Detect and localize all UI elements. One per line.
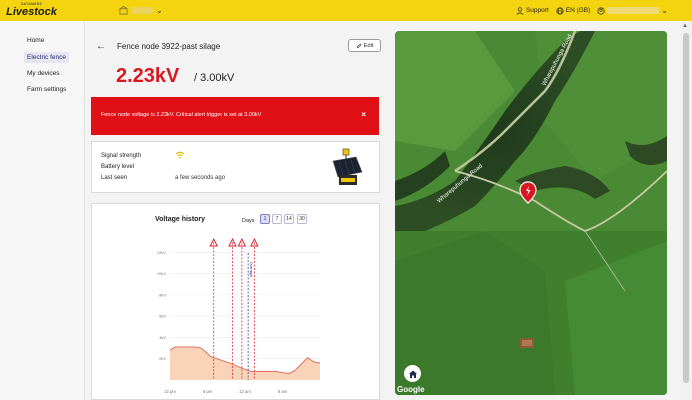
day-option-7[interactable]: 7 xyxy=(272,214,282,224)
satellite-map[interactable]: Wharepuhunga Road Wharepuhunga Road xyxy=(395,31,667,395)
language-label: EN (GB) xyxy=(565,7,591,14)
sidebar-item-electric-fence[interactable]: Electric fence xyxy=(24,52,70,63)
x-tick-label: 6 pm xyxy=(203,389,213,394)
voltage-max: / 3.00kV xyxy=(194,72,235,84)
voltage-value: 2.23kV xyxy=(116,65,180,87)
top-bar: DATAMARS Livestock ⌄ Support EN (GB) ⌄ xyxy=(0,0,692,21)
user-menu[interactable]: ⌄ xyxy=(597,6,668,15)
chevron-down-icon: ⌄ xyxy=(156,6,163,15)
alert-message: Fence node voltage is 2.23kV. Critical a… xyxy=(101,112,262,118)
header-actions: Support EN (GB) ⌄ xyxy=(516,4,668,17)
home-icon[interactable] xyxy=(404,365,421,382)
edit-label: Edit xyxy=(363,42,374,49)
days-label: Days xyxy=(242,218,255,224)
last-seen-value: a few seconds ago xyxy=(175,175,226,181)
battery-level-label: Battery level xyxy=(101,164,135,170)
signal-strength-label: Signal strength xyxy=(101,153,142,159)
y-tick-label: 10kV xyxy=(157,271,166,276)
scrollbar[interactable]: ▲ xyxy=(680,21,692,400)
voltage-history-card: Voltage history Days 1 7 14 30 12kV 10kV 8… xyxy=(91,203,380,400)
user-name-redacted xyxy=(607,7,660,14)
edit-button[interactable]: Edit xyxy=(348,39,381,52)
x-tick-label: 6 am xyxy=(278,389,288,394)
logo-name: Livestock xyxy=(6,6,57,18)
google-attribution: Google xyxy=(397,385,425,394)
alert-banner: Fence node voltage is 2.23kV. Critical a… xyxy=(91,97,379,135)
event-label: Overnight xyxy=(249,262,253,277)
farm-name-redacted xyxy=(131,7,153,14)
sidebar-item-farm-settings[interactable]: Farm settings xyxy=(24,84,69,95)
support-label: Support xyxy=(525,7,549,14)
y-tick-label: 2kV xyxy=(159,356,166,361)
day-option-14[interactable]: 14 xyxy=(284,214,294,224)
back-arrow-icon[interactable]: ← xyxy=(96,41,106,52)
y-tick-label: 8kV xyxy=(159,292,166,297)
logo[interactable]: DATAMARS Livestock xyxy=(6,1,57,19)
y-tick-label: 4kV xyxy=(159,335,166,340)
main-content: ← Fence node 3922-past silage Edit 2.23k… xyxy=(86,21,394,400)
x-tick-label: 12 am xyxy=(239,389,251,394)
last-seen-label: Last seen xyxy=(101,175,128,181)
voltage-history-chart: 12kV10kV8kV6kV4kV2kV!!! !Overnight12 pm 6 … xyxy=(157,237,321,394)
language-selector[interactable]: EN (GB) xyxy=(556,6,591,15)
energiser-device-image xyxy=(332,148,363,185)
sidebar-item-my-devices[interactable]: My devices xyxy=(24,68,63,79)
day-option-1[interactable]: 1 xyxy=(260,214,270,224)
voltage-history-title: Voltage history xyxy=(155,216,206,223)
farm-icon xyxy=(119,6,128,15)
device-info-card: Signal strength Battery level Last seen … xyxy=(91,141,380,193)
pencil-icon xyxy=(356,42,362,48)
support-link[interactable]: Support xyxy=(516,6,549,15)
globe-icon xyxy=(556,6,564,15)
close-icon[interactable]: × xyxy=(361,110,366,119)
y-tick-label: 12kV xyxy=(157,250,166,255)
sidebar: Home Electric fence My devices Farm sett… xyxy=(0,21,85,400)
user-icon xyxy=(597,6,605,15)
sidebar-item-home[interactable]: Home xyxy=(24,35,47,46)
day-option-30[interactable]: 30 xyxy=(297,214,307,224)
support-icon xyxy=(516,6,524,15)
signal-strength-icon xyxy=(175,151,185,159)
farm-selector[interactable]: ⌄ xyxy=(119,4,163,17)
page-title: Fence node 3922-past silage xyxy=(117,42,221,51)
y-tick-label: 6kV xyxy=(159,314,166,319)
scroll-up-icon[interactable]: ▲ xyxy=(682,23,688,29)
voltage-area xyxy=(170,347,320,380)
x-tick-label: 12 pm xyxy=(164,389,176,394)
chevron-down-icon: ⌄ xyxy=(661,6,668,15)
scrollbar-thumb[interactable] xyxy=(683,33,689,383)
